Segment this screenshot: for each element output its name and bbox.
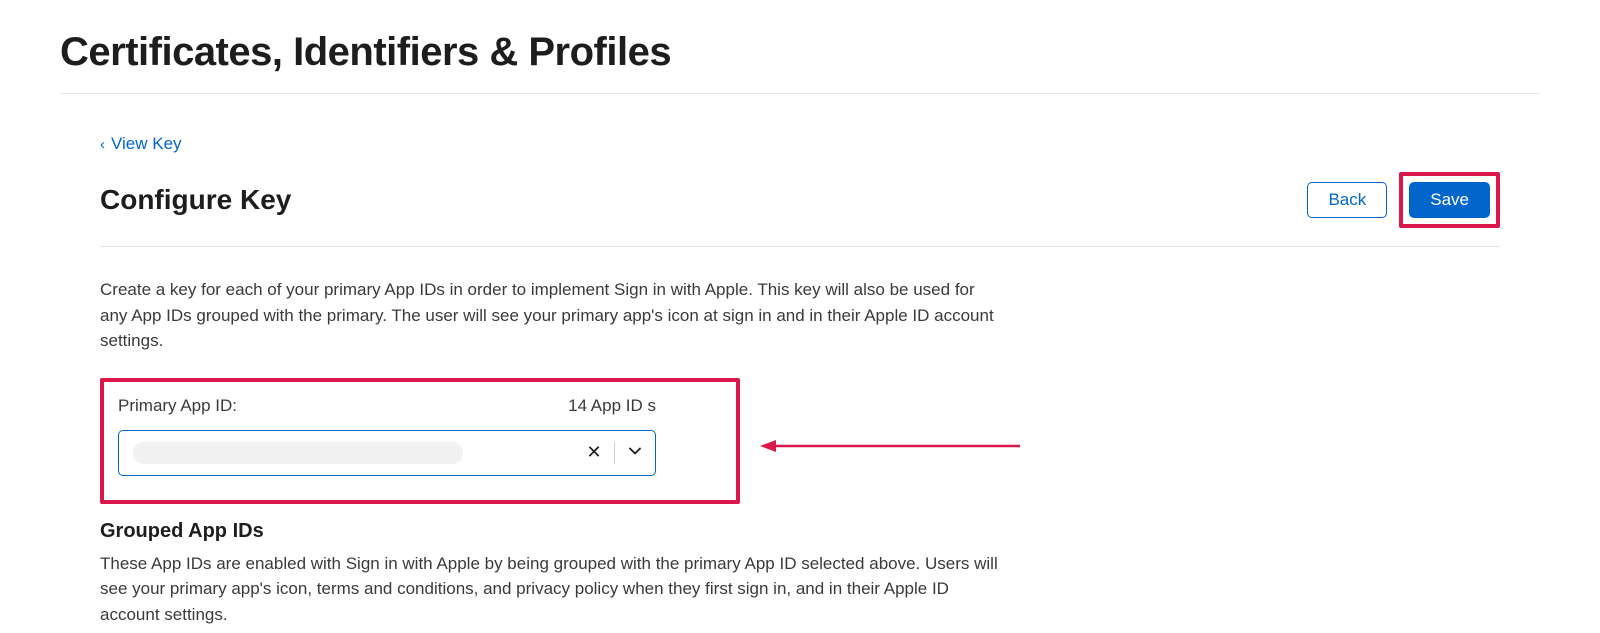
chevron-down-icon[interactable] (625, 442, 645, 463)
back-button[interactable]: Back (1307, 182, 1387, 218)
primary-app-id-select[interactable]: ✕ (118, 430, 656, 476)
select-divider (614, 442, 615, 464)
clear-icon[interactable]: ✕ (584, 442, 604, 463)
section-title: Configure Key (100, 184, 291, 216)
grouped-description: These App IDs are enabled with Sign in w… (100, 551, 1000, 628)
selected-value-redacted (133, 442, 463, 464)
section-description: Create a key for each of your primary Ap… (100, 277, 1000, 354)
action-buttons: Back Save (1307, 172, 1500, 228)
save-button[interactable]: Save (1409, 182, 1490, 218)
grouped-heading: Grouped App IDs (100, 520, 1500, 543)
page-title: Certificates, Identifiers & Profiles (60, 0, 1540, 94)
primary-app-id-label: Primary App ID: (118, 396, 237, 416)
chevron-left-icon: ‹ (100, 136, 105, 153)
save-highlight-annotation: Save (1399, 172, 1500, 228)
view-key-link[interactable]: ‹ View Key (100, 134, 182, 154)
primary-app-id-highlight-annotation: Primary App ID: 14 App ID s ✕ (100, 378, 740, 504)
app-id-count: 14 App ID s (568, 396, 656, 416)
view-key-label: View Key (111, 134, 182, 154)
section-header: Configure Key Back Save (100, 172, 1500, 247)
arrow-annotation (760, 436, 1020, 456)
